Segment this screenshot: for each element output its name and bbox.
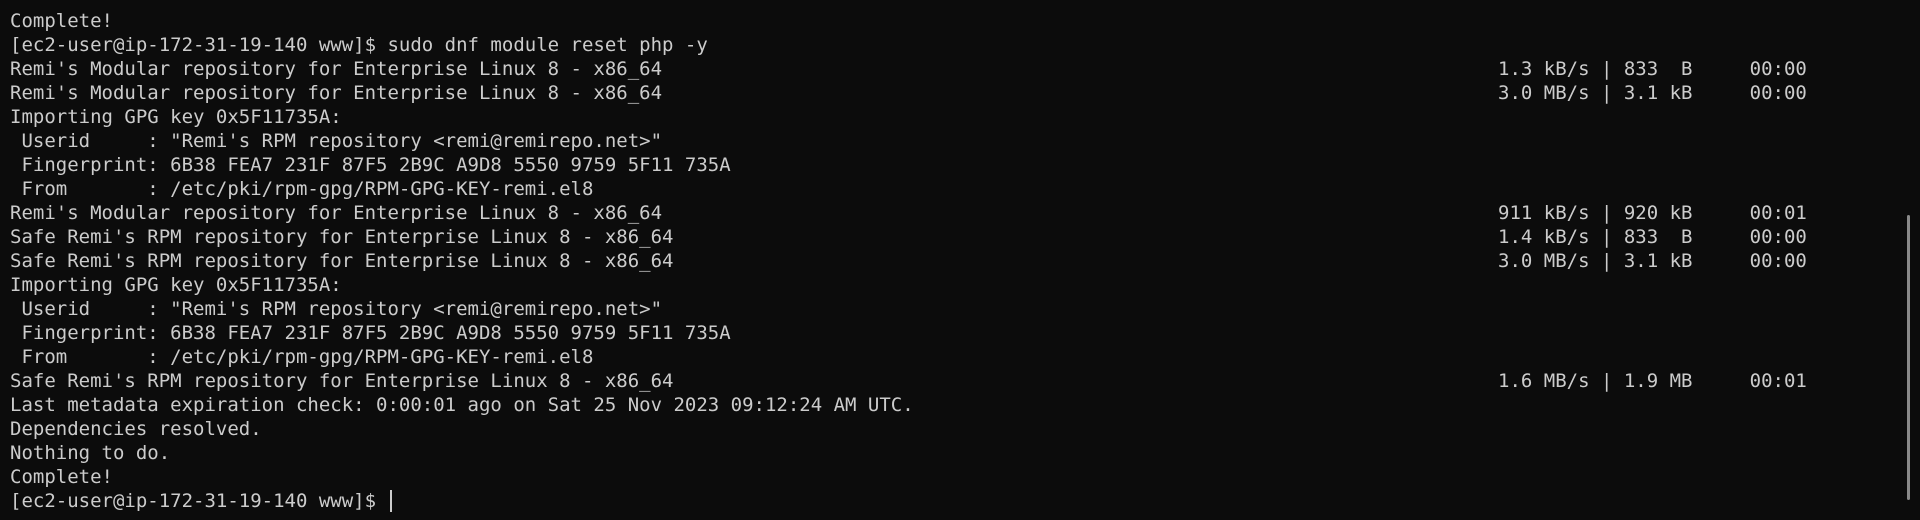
output-line: Complete!	[10, 466, 113, 488]
output-line: Remi's Modular repository for Enterprise…	[10, 202, 1807, 224]
output-line: Dependencies resolved.	[10, 418, 262, 440]
output-line: Nothing to do.	[10, 442, 171, 464]
output-line: Importing GPG key 0x5F11735A:	[10, 106, 342, 128]
output-line: From : /etc/pki/rpm-gpg/RPM-GPG-KEY-remi…	[10, 346, 594, 368]
output-line: [ec2-user@ip-172-31-19-140 www]$ sudo dn…	[10, 34, 708, 56]
output-line: Remi's Modular repository for Enterprise…	[10, 82, 1807, 104]
output-line: Safe Remi's RPM repository for Enterpris…	[10, 226, 1807, 248]
output-line: Fingerprint: 6B38 FEA7 231F 87F5 2B9C A9…	[10, 154, 731, 176]
output-line: Remi's Modular repository for Enterprise…	[10, 58, 1807, 80]
output-line: Userid : "Remi's RPM repository <remi@re…	[10, 130, 663, 152]
terminal-output: Complete! [ec2-user@ip-172-31-19-140 www…	[10, 9, 1920, 513]
terminal-window[interactable]: Complete! [ec2-user@ip-172-31-19-140 www…	[0, 0, 1920, 520]
output-line: Userid : "Remi's RPM repository <remi@re…	[10, 298, 663, 320]
output-line: From : /etc/pki/rpm-gpg/RPM-GPG-KEY-remi…	[10, 178, 594, 200]
output-line: Safe Remi's RPM repository for Enterpris…	[10, 370, 1807, 392]
text-cursor	[389, 490, 392, 512]
prompt-line[interactable]: [ec2-user@ip-172-31-19-140 www]$	[10, 489, 1920, 513]
output-line: Complete!	[10, 10, 113, 32]
scrollbar-thumb[interactable]	[1907, 215, 1910, 500]
output-line: Fingerprint: 6B38 FEA7 231F 87F5 2B9C A9…	[10, 322, 731, 344]
scrollbar[interactable]	[1906, 0, 1912, 520]
output-line: Safe Remi's RPM repository for Enterpris…	[10, 250, 1807, 272]
output-line: Last metadata expiration check: 0:00:01 …	[10, 394, 914, 416]
output-line: Importing GPG key 0x5F11735A:	[10, 274, 342, 296]
shell-prompt: [ec2-user@ip-172-31-19-140 www]$	[10, 490, 388, 512]
